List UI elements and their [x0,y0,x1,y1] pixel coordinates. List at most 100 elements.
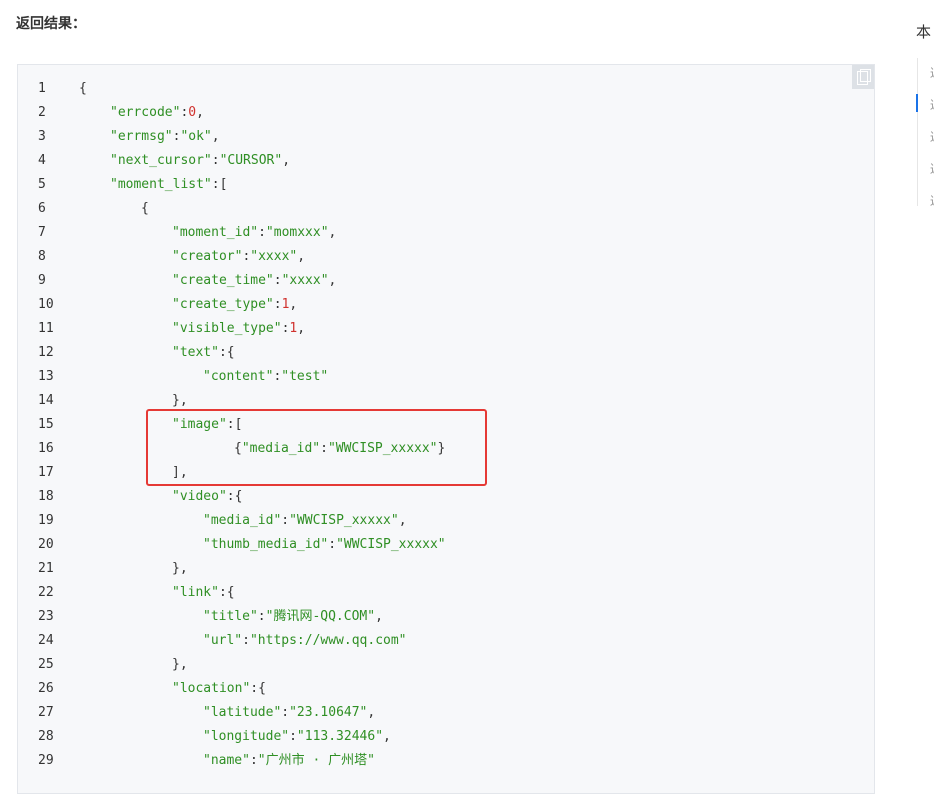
code-token: "广州市 · 广州塔" [257,753,375,768]
code-token: , [398,513,407,528]
code-text: { [79,77,87,101]
code-token: "text" [172,345,219,360]
code-token: , [328,225,337,240]
code-token: : [258,225,266,240]
line-number: 25 [38,657,54,672]
code-token: , [375,609,383,624]
toc-item[interactable]: 返回 [930,64,934,81]
line-number: 28 [38,729,54,744]
code-token: : [273,297,282,312]
line-number: 5 [38,177,46,192]
code-token: : [328,537,337,552]
code-text: "longitude":"113.32446", [203,725,391,749]
code-text: "moment_list":[ [110,173,227,197]
code-token: : [281,513,290,528]
line-number: 14 [38,393,54,408]
line-number: 15 [38,417,54,432]
line-number: 6 [38,201,46,216]
code-text: "link":{ [172,581,235,605]
code-token: "url" [203,633,243,648]
code-token: : [257,609,266,624]
section-heading: 返回结果： [16,16,86,32]
code-token: : [242,633,250,648]
code-text: "create_time":"xxxx", [172,269,336,293]
code-token: "thumb_media_id" [203,537,329,552]
code-token: }, [172,561,188,576]
code-token: , [297,249,306,264]
code-text: "video":{ [172,485,242,509]
code-text: "media_id":"WWCISP_xxxxx", [203,509,407,533]
code-token: "next_cursor" [110,153,212,168]
code-token: , [196,105,204,120]
code-token: "title" [203,609,258,624]
line-number: 17 [38,465,54,480]
code-token: , [211,129,220,144]
line-number: 16 [38,441,54,456]
toc-item[interactable]: 返回 [930,192,934,209]
code-token: "video" [172,489,227,504]
code-token: "WWCISP_xxxxx" [336,537,446,552]
toc-item[interactable]: 返回 [930,160,934,177]
code-token: "name" [203,753,250,768]
code-token: , [367,705,376,720]
code-token: "moment_id" [172,225,259,240]
toc-title: 本 [916,23,932,41]
code-token: "momxxx" [265,225,329,240]
code-token: }, [172,657,188,672]
code-text: "text":{ [172,341,235,365]
code-token: , [289,297,298,312]
line-number: 21 [38,561,54,576]
code-token: , [297,321,306,336]
code-text: "next_cursor":"CURSOR", [110,149,290,173]
code-token: : [273,273,282,288]
line-number: 4 [38,153,46,168]
code-token: "xxxx" [281,273,329,288]
code-text: "errmsg":"ok", [110,125,220,149]
code-text: }, [172,557,188,581]
line-number: 11 [38,321,54,336]
code-text: "create_type":1, [172,293,297,317]
code-text: "latitude":"23.10647", [203,701,375,725]
code-token: , [383,729,391,744]
code-text: }, [172,653,188,677]
code-token: :[ [211,177,228,192]
toc-active-indicator [916,94,918,112]
code-token: "errmsg" [110,129,173,144]
code-token: { [141,201,149,216]
toc-rail [917,58,918,206]
line-number: 1 [38,81,46,96]
code-token: }, [172,393,188,408]
code-token: "errcode" [110,105,181,120]
code-token: "test" [281,369,329,384]
line-number: 7 [38,225,46,240]
code-token: "latitude" [203,705,282,720]
code-token: "WWCISP_xxxxx" [289,513,399,528]
code-token: "xxxx" [250,249,298,264]
line-number: 27 [38,705,54,720]
line-number: 12 [38,345,54,360]
code-token: :{ [218,345,235,360]
code-token: "CURSOR" [219,153,283,168]
code-text: "content":"test" [203,365,328,389]
code-text: "location":{ [172,677,266,701]
code-token: "content" [203,369,274,384]
line-number: 18 [38,489,54,504]
code-token: "腾讯网-QQ.COM" [265,609,376,624]
line-number: 20 [38,537,54,552]
code-token: { [79,81,87,96]
copy-button[interactable] [852,65,874,89]
code-token: "113.32446" [296,729,384,744]
line-number: 22 [38,585,54,600]
toc-item[interactable]: 返回 [930,96,934,113]
code-token: "https://www.qq.com" [249,633,407,648]
code-token: : [289,729,297,744]
code-token: :{ [226,489,243,504]
code-token: "create_time" [172,273,274,288]
line-number: 13 [38,369,54,384]
code-text: "creator":"xxxx", [172,245,305,269]
code-token: , [328,273,337,288]
code-token: "link" [172,585,219,600]
line-number: 10 [38,297,54,312]
code-token: "moment_list" [110,177,212,192]
toc-item[interactable]: 返回 [930,128,934,145]
